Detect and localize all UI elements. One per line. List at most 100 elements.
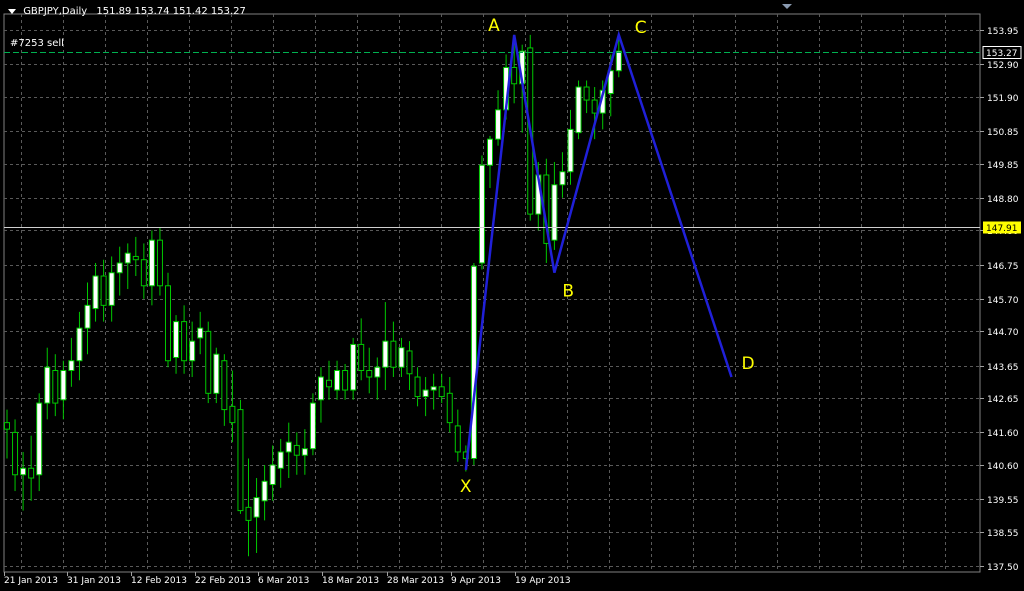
bull-candle [559,171,566,186]
pattern-point-label-x: X [460,477,472,497]
bull-candle [36,402,43,476]
bear-candle [156,239,163,287]
bull-candle [68,360,75,371]
x-tick-label: 28 Mar 2013 [387,576,444,586]
bear-candle [221,360,228,411]
y-tick-label: 149.85 [987,161,1019,171]
bear-candle [511,66,518,85]
y-tick-label: 143.65 [987,363,1019,373]
bear-candle [583,86,590,101]
x-tick-label: 6 Mar 2013 [258,576,309,586]
bull-candle [124,252,131,264]
bear-candle [12,431,19,476]
bear-candle [140,259,147,287]
dropdown-triangle-icon[interactable] [8,8,16,14]
y-tick-label: 142.65 [987,395,1019,405]
bull-candle [20,467,27,476]
bull-candle [495,109,502,140]
x-tick-label: 31 Jan 2013 [67,576,121,586]
bull-candle [398,347,405,368]
bear-candle [229,405,236,424]
bull-candle [422,389,429,398]
y-tick-label: 138.55 [987,529,1019,539]
harmonic-pattern-line[interactable] [464,30,733,471]
bear-candle [342,369,349,391]
y-tick-label: 151.90 [987,94,1019,104]
y-tick-label: 150.85 [987,128,1019,138]
y-tick-label: 153.95 [987,27,1019,37]
crosshair-price-label: 147.91 [986,224,1018,234]
x-tick-label: 9 Apr 2013 [451,576,501,586]
bull-candle [309,402,316,450]
bear-candle [237,409,244,512]
bull-candle [92,275,99,310]
bear-candle [181,321,188,362]
x-tick-label: 21 Jan 2013 [4,576,58,586]
chart-window[interactable]: 137.50 138.55 139.55 140.60 141.60 142.65 143.… [0,0,1024,591]
bear-candle [454,425,461,453]
bull-candle [334,369,341,391]
bear-candle [293,444,300,456]
y-tick-label: 137.50 [987,563,1019,573]
current-price-label: 153.27 [986,49,1018,59]
bear-candle [390,340,397,368]
x-tick-label: 19 Apr 2013 [515,576,571,586]
bear-candle [414,376,421,398]
bull-candle [487,138,493,166]
y-tick-label: 140.60 [987,462,1019,472]
bear-candle [52,369,59,404]
bull-candle [478,164,485,264]
bear-candle [366,369,373,378]
pattern-point-label-b: B [562,282,574,302]
bull-candle [189,340,196,362]
x-tick-label: 22 Feb 2013 [195,576,251,586]
chart-header: GBPJPY,Daily 151.89 153.74 151.42 153.27 [8,6,246,17]
bear-candle [446,392,453,424]
bull-candle [213,353,220,394]
y-tick-label: 144.70 [987,328,1019,338]
bull-candle [60,369,67,401]
bull-candle [317,376,324,401]
x-tick-label: 18 Mar 2013 [322,576,379,586]
bear-candle [406,350,413,375]
bull-candle [567,128,574,173]
bear-candle [438,386,445,398]
scroll-marker-icon[interactable] [782,4,792,9]
bull-candle [350,343,357,391]
candlestick-chart[interactable]: 137.50 138.55 139.55 140.60 141.60 142.65 143.… [0,0,1024,591]
bear-candle [205,330,212,394]
order-line-label: #7253 sell [10,38,64,49]
bull-candle [116,262,123,274]
bull-candle [430,386,437,391]
y-tick-label: 146.75 [987,262,1019,272]
y-tick-label: 139.55 [987,496,1019,506]
x-tick-label: 12 Feb 2013 [131,576,187,586]
y-tick-label: 145.70 [987,296,1019,306]
bull-candle [269,464,276,486]
bull-candle [108,272,115,306]
bull-candle [551,184,558,241]
y-tick-label: 148.80 [987,195,1019,205]
symbol-timeframe: GBPJPY,Daily [23,6,88,17]
bull-candle [197,327,204,339]
pattern-point-label-a: A [488,16,500,36]
bear-candle [4,422,10,430]
bear-candle [28,467,35,479]
bull-candle [44,366,51,404]
bull-candle [615,50,622,72]
y-tick-label: 141.60 [987,429,1019,439]
bull-candle [148,239,155,287]
bull-candle [470,265,477,459]
bear-candle [326,379,332,388]
bull-candle [575,86,582,134]
y-tick-label: 152.90 [987,61,1019,71]
bull-candle [84,304,91,329]
bull-candle [173,321,180,358]
bear-candle [100,275,107,306]
bull-candle [374,366,381,378]
bear-candle [165,285,171,362]
pattern-point-label-d: D [742,354,755,374]
bear-candle [358,343,365,371]
bull-candle [253,497,260,518]
bull-candle [285,441,292,453]
